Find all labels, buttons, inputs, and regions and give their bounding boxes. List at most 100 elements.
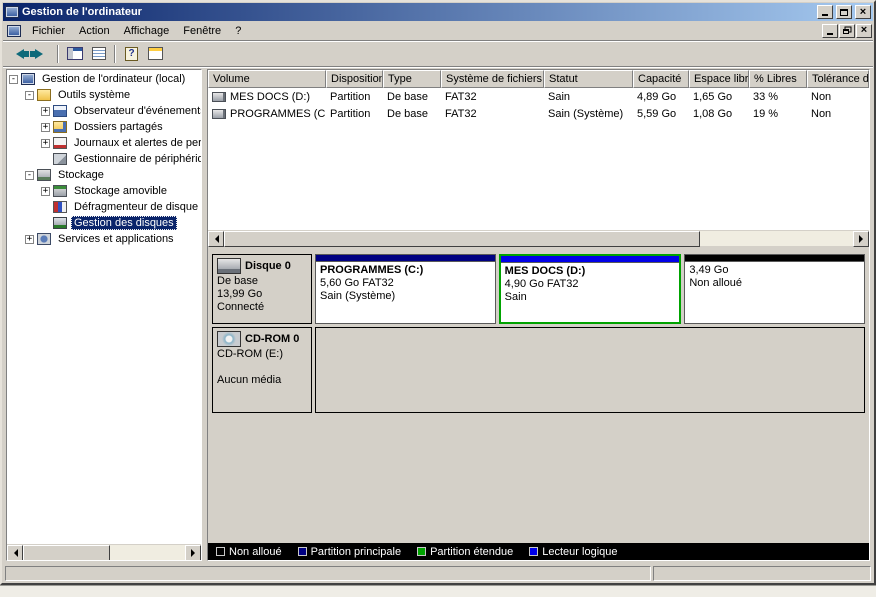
partition-size: 4,90 Go FAT32: [504, 278, 579, 290]
tree-expander[interactable]: -: [25, 90, 34, 100]
volume-row-mes-docs[interactable]: MES DOCS (D:) Partition De base FAT32 Sa…: [208, 88, 869, 105]
volume-row-programmes[interactable]: PROGRAMMES (C:) Partition De base FAT32 …: [208, 105, 869, 122]
tree-item-performance-logs[interactable]: + Journaux et alertes de perfo: [7, 135, 201, 151]
cell-free-space: 1,65 Go: [693, 90, 733, 103]
legend-label: Partition étendue: [430, 545, 514, 558]
system-tools-folder-icon: [37, 89, 51, 101]
mdi-close-button[interactable]: ×: [856, 23, 872, 38]
cell-volume: PROGRAMMES (C:): [208, 107, 326, 121]
tree-item-disk-defragmenter[interactable]: Défragmenteur de disque: [7, 199, 201, 215]
tree-expander[interactable]: +: [25, 234, 34, 244]
cdrom-0-info-panel[interactable]: CD-ROM 0 CD-ROM (E:) Aucun média: [212, 327, 312, 413]
menu-action[interactable]: Action: [72, 23, 117, 39]
main-area: - Gestion de l'ordinateur (local) - Outi…: [3, 67, 873, 564]
minimize-icon: [827, 32, 833, 35]
computer-icon: [21, 73, 35, 85]
tree-item-device-manager[interactable]: Gestionnaire de périphérique: [7, 151, 201, 167]
tree-item-services-applications[interactable]: + Services et applications: [7, 231, 201, 247]
column-header-capacity[interactable]: Capacité: [633, 70, 689, 88]
maximize-button[interactable]: [836, 5, 852, 19]
tree-horizontal-scrollbar[interactable]: [7, 544, 201, 560]
partition-block-programmes[interactable]: PROGRAMMES (C:) 5,60 Go FAT32 Sain (Syst…: [315, 254, 496, 324]
tree-expander[interactable]: +: [41, 138, 50, 148]
list-horizontal-scrollbar[interactable]: [208, 230, 869, 247]
column-header-status[interactable]: Statut: [544, 70, 633, 88]
storage-icon: [37, 169, 51, 181]
partition-size: 5,60 Go FAT32: [320, 277, 394, 289]
minimize-icon: [822, 14, 828, 16]
show-console-tree-button[interactable]: [63, 43, 86, 64]
device-manager-icon: [53, 153, 67, 165]
help-button[interactable]: ?: [120, 43, 143, 64]
tree-item-event-viewer[interactable]: + Observateur d'événements: [7, 103, 201, 119]
background-app-strip: [0, 585, 876, 597]
mdi-restore-button[interactable]: [839, 23, 855, 38]
menu-help[interactable]: ?: [228, 23, 248, 39]
hard-disk-icon: [217, 258, 241, 274]
minimize-button[interactable]: [817, 5, 833, 19]
cell-filesystem: FAT32: [445, 107, 477, 120]
tree-expander[interactable]: -: [9, 74, 18, 84]
column-header-percent-free[interactable]: % Libres: [749, 70, 807, 88]
help-book-icon: ?: [125, 46, 138, 61]
cell-volume: MES DOCS (D:): [208, 90, 326, 104]
menu-fichier[interactable]: Fichier: [25, 23, 72, 39]
disk-type: De base: [217, 275, 258, 287]
column-header-fault-tolerance[interactable]: Tolérance d...: [807, 70, 869, 88]
mdi-minimize-button[interactable]: [822, 23, 838, 38]
scrollbar-thumb[interactable]: [224, 231, 700, 247]
menu-affichage[interactable]: Affichage: [117, 23, 177, 39]
scroll-right-button[interactable]: [185, 545, 201, 560]
restore-icon: [843, 29, 849, 34]
tree-expander[interactable]: +: [41, 186, 50, 196]
disk-size: 13,99 Go: [217, 288, 263, 300]
unallocated-block[interactable]: 3,49 Go Non alloué: [684, 254, 866, 324]
column-header-disposition[interactable]: Disposition: [326, 70, 383, 88]
title-bar[interactable]: Gestion de l'ordinateur ×: [3, 3, 873, 21]
partition-name: MES DOCS (D:): [504, 265, 586, 277]
cell-type: De base: [387, 90, 428, 103]
forward-button[interactable]: [30, 43, 53, 64]
status-panel-secondary: [653, 566, 871, 581]
tree-item-system-tools[interactable]: - Outils système: [7, 87, 201, 103]
column-header-free-space[interactable]: Espace libre: [689, 70, 749, 88]
scrollbar-track[interactable]: [700, 231, 853, 246]
unallocated-size: 3,49 Go: [689, 264, 729, 276]
tree-item-storage[interactable]: - Stockage: [7, 167, 201, 183]
tree-item-disk-management[interactable]: Gestion des disques: [7, 215, 201, 231]
column-header-type[interactable]: Type: [383, 70, 441, 88]
export-list-button[interactable]: [144, 43, 167, 64]
cdrom-media-area[interactable]: [315, 327, 865, 413]
right-arrow-icon: [858, 235, 867, 243]
tree-item-removable-storage[interactable]: + Stockage amovible: [7, 183, 201, 199]
partition-block-mes-docs[interactable]: MES DOCS (D:) 4,90 Go FAT32 Sain: [498, 254, 682, 324]
legend-label: Partition principale: [310, 545, 402, 558]
scrollbar-thumb[interactable]: [23, 545, 111, 560]
tree-expander[interactable]: +: [41, 122, 50, 132]
properties-button[interactable]: [87, 43, 110, 64]
disk-graphical-view: Disque 0 De base 13,99 Go Connecté PROGR…: [208, 246, 869, 543]
partition-color-stripe: [316, 255, 495, 262]
column-header-volume[interactable]: Volume: [208, 70, 326, 88]
disk-0-info-panel[interactable]: Disque 0 De base 13,99 Go Connecté: [212, 254, 312, 324]
tree-item-shared-folders[interactable]: + Dossiers partagés: [7, 119, 201, 135]
show-console-tree-icon: [66, 47, 83, 60]
cell-fault-tolerance: Non: [811, 107, 832, 120]
status-bar: [3, 564, 873, 582]
tree-expander[interactable]: +: [41, 106, 50, 116]
mdi-document-icon[interactable]: [7, 24, 21, 37]
legend-label: Non alloué: [229, 545, 282, 558]
scroll-left-button[interactable]: [7, 545, 23, 560]
scrollbar-track[interactable]: [110, 545, 185, 560]
back-button[interactable]: [6, 43, 29, 64]
column-header-filesystem[interactable]: Système de fichiers: [441, 70, 544, 88]
scroll-right-button[interactable]: [853, 231, 869, 247]
menu-fenetre[interactable]: Fenêtre: [176, 23, 228, 39]
tree-item-computer-management[interactable]: - Gestion de l'ordinateur (local): [7, 71, 201, 87]
cell-percent-free: 33 %: [753, 90, 779, 103]
scroll-left-button[interactable]: [208, 231, 224, 247]
tree-expander[interactable]: -: [25, 170, 34, 180]
close-button[interactable]: ×: [855, 5, 871, 19]
event-viewer-icon: [53, 105, 67, 117]
legend-item-unallocated: Non alloué: [216, 546, 282, 558]
